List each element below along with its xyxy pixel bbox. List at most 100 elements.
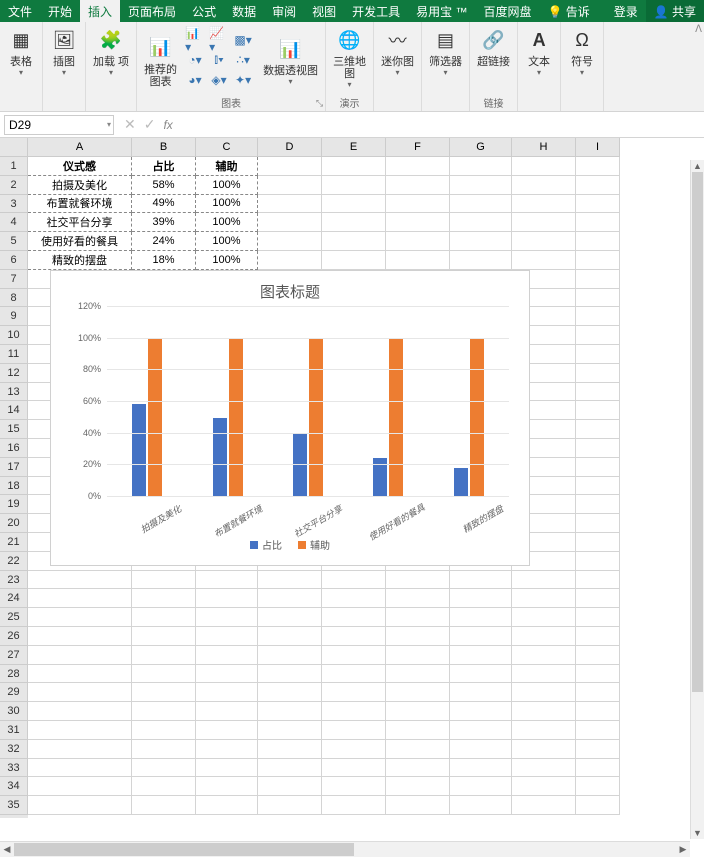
- cell[interactable]: [576, 665, 620, 684]
- cell[interactable]: [132, 740, 196, 759]
- tab-formulas[interactable]: 公式: [184, 0, 224, 22]
- cell[interactable]: [322, 777, 386, 796]
- chart-plot-area[interactable]: 0%20%40%60%80%100%120%: [107, 306, 509, 496]
- cell[interactable]: [322, 627, 386, 646]
- cell[interactable]: [28, 627, 132, 646]
- cell[interactable]: [450, 232, 512, 251]
- row-header[interactable]: 4: [0, 213, 28, 232]
- treemap-icon[interactable]: ▩▾: [233, 32, 253, 48]
- row-header[interactable]: 15: [0, 420, 28, 439]
- cell[interactable]: [386, 176, 450, 195]
- tab-home[interactable]: 开始: [40, 0, 80, 22]
- cell[interactable]: [258, 176, 322, 195]
- cell[interactable]: [132, 702, 196, 721]
- cell[interactable]: [450, 608, 512, 627]
- cell[interactable]: 仪式感: [28, 157, 132, 176]
- pivot-chart-button[interactable]: 📊 数据透视图▾: [259, 33, 322, 88]
- tab-file[interactable]: 文件: [0, 0, 40, 22]
- cell[interactable]: [576, 270, 620, 289]
- cell[interactable]: [512, 683, 576, 702]
- cell[interactable]: [512, 665, 576, 684]
- cell[interactable]: [322, 759, 386, 778]
- cell[interactable]: [322, 157, 386, 176]
- cell[interactable]: 布置就餐环境: [28, 195, 132, 214]
- row-header[interactable]: 20: [0, 514, 28, 533]
- cell[interactable]: [450, 157, 512, 176]
- tell-me[interactable]: 💡 告诉我...: [540, 0, 590, 22]
- cell[interactable]: [322, 251, 386, 270]
- scroll-up-icon[interactable]: ▲: [691, 160, 704, 172]
- column-header[interactable]: G: [450, 138, 512, 157]
- chart-title[interactable]: 图表标题: [51, 271, 529, 306]
- column-header[interactable]: A: [28, 138, 132, 157]
- cell[interactable]: [322, 721, 386, 740]
- cell[interactable]: [28, 571, 132, 590]
- legend-item-2[interactable]: 辅助: [298, 537, 330, 552]
- cell[interactable]: [576, 420, 620, 439]
- cell[interactable]: [322, 176, 386, 195]
- cell[interactable]: [512, 608, 576, 627]
- cell[interactable]: [576, 289, 620, 308]
- cell[interactable]: [512, 740, 576, 759]
- cell[interactable]: [576, 157, 620, 176]
- cell[interactable]: [28, 721, 132, 740]
- column-header[interactable]: C: [196, 138, 258, 157]
- cell[interactable]: 辅助: [196, 157, 258, 176]
- cell[interactable]: [258, 721, 322, 740]
- cell[interactable]: [28, 740, 132, 759]
- cell[interactable]: [386, 195, 450, 214]
- cell[interactable]: [258, 796, 322, 815]
- cell[interactable]: [196, 665, 258, 684]
- cell[interactable]: [386, 627, 450, 646]
- tab-view[interactable]: 视图: [304, 0, 344, 22]
- cell[interactable]: [450, 740, 512, 759]
- cell[interactable]: [512, 157, 576, 176]
- cell[interactable]: [576, 383, 620, 402]
- cell[interactable]: 24%: [132, 232, 196, 251]
- row-header[interactable]: 7: [0, 270, 28, 289]
- legend-item-1[interactable]: 占比: [250, 537, 282, 552]
- cell[interactable]: [196, 759, 258, 778]
- text-button[interactable]: A 文本▾: [521, 24, 557, 79]
- stats-chart-icon[interactable]: ⫾▾: [209, 52, 229, 68]
- cell[interactable]: [576, 608, 620, 627]
- chart-bar[interactable]: [309, 338, 323, 496]
- name-box[interactable]: D29 ▾: [4, 115, 114, 135]
- cell[interactable]: [322, 646, 386, 665]
- charts-launcher-icon[interactable]: ⤡: [316, 98, 323, 109]
- cell[interactable]: [576, 232, 620, 251]
- row-header[interactable]: 34: [0, 777, 28, 796]
- cell[interactable]: [28, 665, 132, 684]
- cell[interactable]: [28, 646, 132, 665]
- cell[interactable]: [386, 251, 450, 270]
- row-header[interactable]: 32: [0, 740, 28, 759]
- row-header[interactable]: 22: [0, 552, 28, 571]
- cell[interactable]: [132, 683, 196, 702]
- row-header[interactable]: 5: [0, 232, 28, 251]
- cell[interactable]: [576, 458, 620, 477]
- cell[interactable]: [450, 759, 512, 778]
- cell[interactable]: [196, 796, 258, 815]
- cell[interactable]: 精致的摆盘: [28, 251, 132, 270]
- cell[interactable]: [512, 777, 576, 796]
- cell[interactable]: [576, 345, 620, 364]
- cell[interactable]: [386, 702, 450, 721]
- cell[interactable]: [576, 213, 620, 232]
- cell[interactable]: [258, 213, 322, 232]
- cell[interactable]: 49%: [132, 195, 196, 214]
- cell[interactable]: [258, 571, 322, 590]
- cell[interactable]: 社交平台分享: [28, 213, 132, 232]
- cell[interactable]: [576, 589, 620, 608]
- cell[interactable]: [512, 646, 576, 665]
- cell[interactable]: [258, 702, 322, 721]
- tab-eyb[interactable]: 易用宝 ™: [408, 0, 475, 22]
- row-header[interactable]: 11: [0, 345, 28, 364]
- cell[interactable]: [576, 195, 620, 214]
- cell[interactable]: 占比: [132, 157, 196, 176]
- row-header[interactable]: 30: [0, 702, 28, 721]
- row-header[interactable]: 14: [0, 401, 28, 420]
- hierarchy-chart-icon[interactable]: ◔▾: [185, 52, 205, 68]
- cell[interactable]: [450, 777, 512, 796]
- cell[interactable]: [512, 232, 576, 251]
- cell[interactable]: 100%: [196, 213, 258, 232]
